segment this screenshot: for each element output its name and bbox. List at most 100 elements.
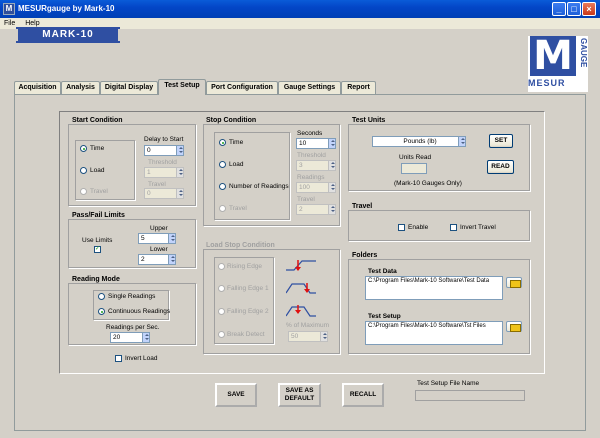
continuous-readings-label: Continuous Readings [108,308,171,315]
gauges-only-note: (Mark-10 Gauges Only) [394,180,462,187]
delay-label: Delay to Start [144,136,184,143]
window-title: MESURgauge by Mark-10 [18,4,115,13]
passfail-title: Pass/Fail Limits [71,212,126,219]
test-data-path[interactable]: C:\Program Files\Mark-10 Software\Test D… [365,276,503,300]
stop-travel-label: Travel [229,205,247,212]
minimize-button[interactable]: _ [552,2,566,16]
save-as-default-button[interactable]: SAVE AS DEFAULT [278,383,321,407]
stop-travel-value-label: Travel [297,196,315,203]
single-readings-radio[interactable] [98,293,105,300]
lower-label: Lower [150,246,168,253]
invert-load-label: Invert Load [125,355,158,362]
stop-readings-label: Number of Readings [229,183,289,190]
stop-readings-radio[interactable] [219,183,226,190]
stop-time-label: Time [229,139,244,146]
test-data-folder-icon[interactable] [506,277,522,288]
file-name-label: Test Setup File Name [417,380,480,387]
break-detect-radio[interactable] [218,331,225,338]
start-travel-stepper[interactable]: 0 [144,188,184,199]
save-as-default-line1: SAVE AS [285,387,314,395]
readings-per-sec-label: Readings per Sec. [106,324,160,331]
travel-enable-checkbox[interactable] [398,224,405,231]
load-stop-title: Load Stop Condition [205,242,276,249]
folders-title: Folders [351,252,379,259]
units-read-field [401,163,427,174]
seconds-stepper[interactable]: 10 [296,138,336,149]
reading-mode-title: Reading Mode [71,276,121,283]
start-travel-label: Travel [90,188,108,195]
start-threshold-label: Threshold [148,159,177,166]
tab-report[interactable]: Report [341,81,376,94]
stop-travel-stepper[interactable]: 2 [296,204,336,215]
start-travel-radio[interactable] [80,188,87,195]
delay-stepper[interactable]: 0 [144,145,184,156]
tab-test-setup[interactable]: Test Setup [158,79,206,95]
travel-enable-label: Enable [408,224,429,231]
stop-load-label: Load [229,161,244,168]
mark10-logo: MARK-10 [16,27,120,43]
use-limits-label: Use Limits [82,237,113,244]
recall-button[interactable]: RECALL [342,383,384,407]
pct-max-label: % of Maximum [286,322,329,329]
menu-file[interactable]: File [4,20,15,27]
stop-threshold-stepper[interactable]: 3 [296,160,336,171]
close-button[interactable]: × [582,2,596,16]
stop-readings-stepper[interactable]: 100 [296,182,336,193]
save-button[interactable]: SAVE [215,383,257,407]
tab-digital-display[interactable]: Digital Display [100,81,158,94]
tab-acquisition[interactable]: Acquisition [14,81,61,94]
stop-time-radio[interactable] [219,139,226,146]
file-name-field [415,390,525,401]
test-setup-folder-label: Test Setup [368,313,401,320]
test-setup-path[interactable]: C:\Program Files\Mark-10 Software\Tst Fi… [365,321,503,345]
stop-threshold-label: Threshold [297,152,326,159]
rising-edge-label: Rising Edge [227,263,263,270]
falling-edge-1-label: Falling Edge 1 [227,285,269,292]
tab-port-configuration[interactable]: Port Configuration [206,81,278,94]
falling-edge-2-label: Falling Edge 2 [227,308,269,315]
continuous-readings-radio[interactable] [98,308,105,315]
travel-group [348,210,530,241]
title-bar: M MESURgauge by Mark-10 _ □ × [0,0,600,18]
break-detect-label: Break Detect [227,331,265,338]
invert-travel-label: Invert Travel [460,224,496,231]
rising-edge-signal-icon [286,260,316,271]
maximize-button[interactable]: □ [567,2,581,16]
readings-per-sec-stepper[interactable]: 20 [110,332,150,343]
stop-readings-value-label: Readings [297,174,325,181]
read-units-button[interactable]: READ [487,160,514,174]
invert-travel-checkbox[interactable] [450,224,457,231]
stop-condition-title: Stop Condition [205,117,258,124]
falling-edge-1-signal-icon [286,283,316,294]
seconds-label: Seconds [297,130,323,137]
pct-max-stepper[interactable]: 50 [288,331,328,342]
use-limits-checkbox[interactable]: ✓ [94,246,101,253]
travel-title: Travel [351,203,374,210]
falling-edge-2-radio[interactable] [218,308,225,315]
start-travel-value-label: Travel [148,181,166,188]
upper-label: Upper [150,225,168,232]
falling-edge-1-radio[interactable] [218,285,225,292]
start-threshold-stepper[interactable]: 1 [144,167,184,178]
start-condition-title: Start Condition [71,117,124,124]
app-icon: M [3,3,15,15]
start-load-radio[interactable] [80,167,87,174]
single-readings-label: Single Readings [108,293,156,300]
mesurgauge-logo: M MESUR GAUGE [528,36,588,92]
tab-analysis[interactable]: Analysis [61,81,100,94]
stop-load-radio[interactable] [219,161,226,168]
set-units-button[interactable]: SET [489,134,513,148]
stop-travel-radio[interactable] [219,205,226,212]
rising-edge-radio[interactable] [218,263,225,270]
tab-gauge-settings[interactable]: Gauge Settings [278,81,341,94]
test-units-title: Test Units [351,117,387,124]
units-select[interactable]: Pounds (lb) [372,136,466,147]
upper-stepper[interactable]: 5 [138,233,176,244]
start-load-label: Load [90,167,105,174]
invert-load-checkbox[interactable] [115,355,122,362]
test-setup-folder-icon[interactable] [506,321,522,332]
units-read-label: Units Read [399,154,432,161]
lower-stepper[interactable]: 2 [138,254,176,265]
menu-help[interactable]: Help [25,20,39,27]
start-time-radio[interactable] [80,145,87,152]
